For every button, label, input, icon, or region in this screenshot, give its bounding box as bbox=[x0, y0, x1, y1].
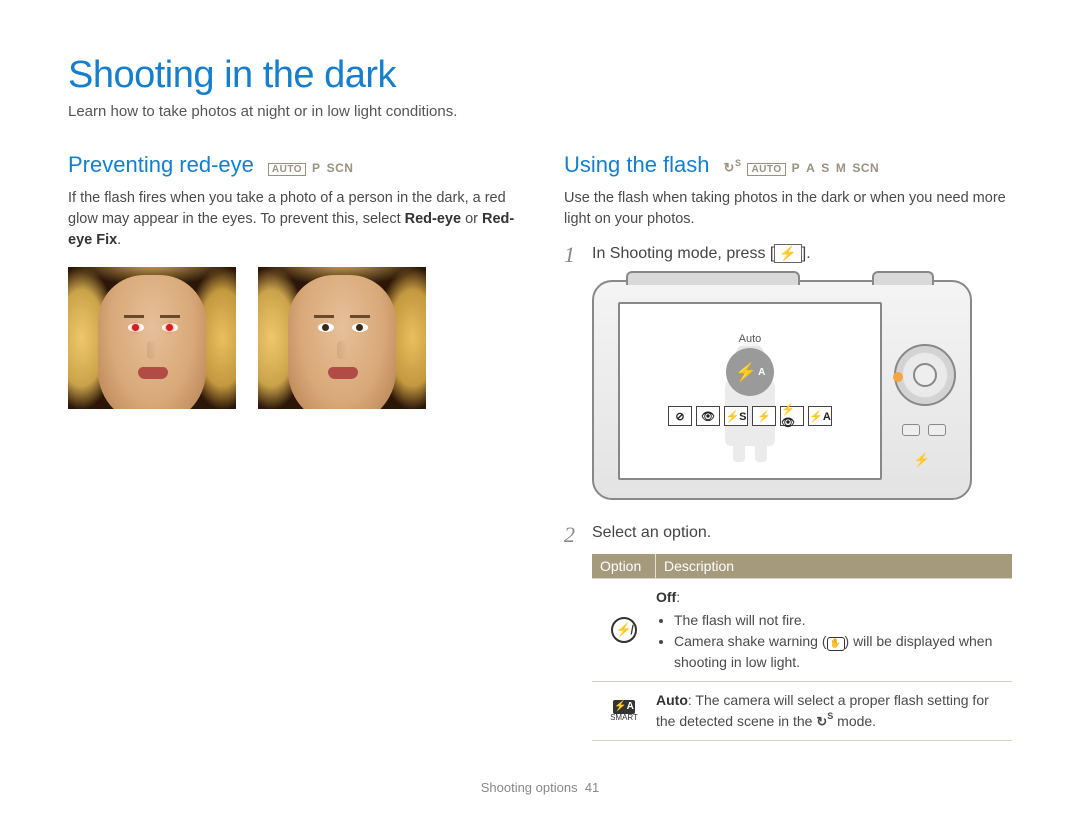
two-column-layout: Preventing red-eye AUTO P SCN If the fla… bbox=[68, 152, 1012, 741]
red-eye-example-after bbox=[258, 267, 426, 409]
flash-opt-redeye: 👁 bbox=[696, 406, 720, 426]
flash-opt-fill: ⚡ bbox=[752, 406, 776, 426]
off-bullet-2: Camera shake warning (✋) will be display… bbox=[674, 631, 1006, 673]
off-bullet-1: The flash will not fire. bbox=[674, 610, 1006, 631]
camera-illustration: Auto ⚡A ⊘ 👁 ⚡S ⚡ ⚡👁 ⚡A bbox=[592, 280, 1012, 500]
right-heading-text: Using the flash bbox=[564, 152, 710, 178]
step1-pre: In Shooting mode, press [ bbox=[592, 245, 774, 262]
table-header: Option Description bbox=[592, 554, 1012, 578]
flash-auto-scene-icon: ⚡A SMART bbox=[610, 700, 638, 722]
camera-dial bbox=[894, 344, 956, 406]
flash-label-icon: ⚡ bbox=[914, 452, 930, 468]
red-eye-body-post: . bbox=[117, 232, 121, 248]
preventing-red-eye-heading: Preventing red-eye AUTO P SCN bbox=[68, 152, 516, 178]
left-column: Preventing red-eye AUTO P SCN If the fla… bbox=[68, 152, 516, 741]
option-off-colon: : bbox=[676, 589, 680, 605]
left-heading-text: Preventing red-eye bbox=[68, 152, 254, 178]
table-row-off: ⚡̸ Off: The flash will not fire. Camera … bbox=[592, 578, 1012, 681]
mode-scn-badge-r: SCN bbox=[852, 161, 879, 175]
red-eye-body: If the flash fires when you take a photo… bbox=[68, 188, 516, 251]
table-row-auto: ⚡A SMART Auto: The camera will select a … bbox=[592, 681, 1012, 741]
mode-smart-auto-badge: ↻S bbox=[724, 160, 742, 176]
mode-scn-badge: SCN bbox=[327, 161, 354, 175]
flash-bolt-icon: ⚡ bbox=[735, 362, 757, 383]
mode-m-badge-r: M bbox=[836, 161, 847, 175]
flash-auto-icon: ⚡A bbox=[726, 348, 774, 396]
red-eye-example-images bbox=[68, 267, 516, 409]
page-title: Shooting in the dark bbox=[68, 54, 1012, 97]
red-eye-bold1: Red-eye bbox=[405, 211, 461, 227]
option-off-bullets: The flash will not fire. Camera shake wa… bbox=[656, 610, 1006, 673]
flash-auto-popup: Auto ⚡A bbox=[726, 332, 774, 396]
option-auto-desc: Auto: The camera will select a proper fl… bbox=[656, 690, 1012, 732]
option-auto-post: mode. bbox=[833, 713, 876, 729]
flash-opt-off: ⊘ bbox=[668, 406, 692, 426]
right-mode-badges: ↻S AUTO P A S M SCN bbox=[724, 160, 880, 176]
footer-section: Shooting options bbox=[481, 780, 578, 795]
mode-auto-badge-r: AUTO bbox=[747, 163, 785, 176]
smart-auto-mode-icon: ↻S bbox=[816, 712, 833, 732]
mode-a-badge-r: A bbox=[806, 161, 815, 175]
flash-auto-a: A bbox=[758, 367, 765, 378]
mode-p-badge: P bbox=[312, 161, 321, 175]
camera-shake-icon: ✋ bbox=[827, 637, 845, 651]
flash-off-icon: ⚡̸ bbox=[611, 617, 637, 643]
flash-button-highlight bbox=[893, 372, 903, 382]
step-2: 2 Select an option. bbox=[564, 524, 1012, 546]
left-mode-badges: AUTO P SCN bbox=[268, 161, 354, 176]
option-auto-icon: ⚡A SMART bbox=[592, 690, 656, 732]
option-off-desc: Off: The flash will not fire. Camera sha… bbox=[656, 587, 1012, 673]
flash-opt-redeye-fix: ⚡👁 bbox=[780, 406, 804, 426]
step-2-number: 2 bbox=[564, 524, 582, 546]
small-button-1 bbox=[902, 424, 920, 436]
option-auto-title: Auto bbox=[656, 692, 688, 708]
option-off-title: Off bbox=[656, 589, 676, 605]
page-intro: Learn how to take photos at night or in … bbox=[68, 103, 1012, 120]
right-column: Using the flash ↻S AUTO P A S M SCN Use … bbox=[564, 152, 1012, 741]
step-1: 1 In Shooting mode, press [⚡]. bbox=[564, 244, 1012, 266]
red-eye-example-before bbox=[68, 267, 236, 409]
mode-p-badge-r: P bbox=[792, 161, 801, 175]
flash-auto-label: Auto bbox=[733, 332, 768, 346]
camera-small-buttons bbox=[902, 424, 948, 436]
flash-option-row: ⊘ 👁 ⚡S ⚡ ⚡👁 ⚡A bbox=[668, 406, 832, 426]
step-1-number: 1 bbox=[564, 244, 582, 266]
mode-auto-badge: AUTO bbox=[268, 163, 306, 176]
flash-opt-auto: ⚡A bbox=[808, 406, 832, 426]
flash-opt-slow: ⚡S bbox=[724, 406, 748, 426]
using-the-flash-heading: Using the flash ↻S AUTO P A S M SCN bbox=[564, 152, 1012, 178]
flash-options-table: Option Description ⚡̸ Off: The flash wil… bbox=[592, 554, 1012, 741]
camera-body: Auto ⚡A ⊘ 👁 ⚡S ⚡ ⚡👁 ⚡A bbox=[592, 280, 972, 500]
footer-page-number: 41 bbox=[585, 780, 599, 795]
option-off-icon: ⚡̸ bbox=[592, 587, 656, 673]
step-2-text: Select an option. bbox=[592, 524, 711, 542]
red-eye-body-mid: or bbox=[461, 211, 482, 227]
table-header-description: Description bbox=[656, 554, 1012, 578]
step-1-text: In Shooting mode, press [⚡]. bbox=[592, 244, 811, 263]
small-button-2 bbox=[928, 424, 946, 436]
camera-lcd: Auto ⚡A ⊘ 👁 ⚡S ⚡ ⚡👁 ⚡A bbox=[618, 302, 882, 480]
flash-button-icon: ⚡ bbox=[774, 244, 801, 263]
flash-intro: Use the flash when taking photos in the … bbox=[564, 188, 1012, 230]
table-header-option: Option bbox=[592, 554, 656, 578]
step1-post: ]. bbox=[802, 245, 811, 262]
mode-s-badge-r: S bbox=[821, 161, 830, 175]
page-footer: Shooting options 41 bbox=[0, 780, 1080, 795]
